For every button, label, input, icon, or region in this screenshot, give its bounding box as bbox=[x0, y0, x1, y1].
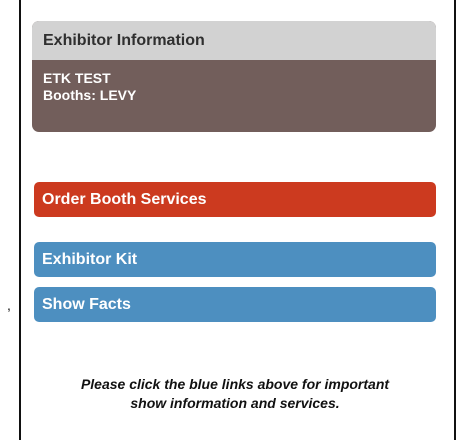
instruction-note-line-2: show information and services. bbox=[130, 395, 340, 411]
exhibitor-info-body: ETK TEST Booths: LEVY bbox=[32, 60, 436, 104]
stray-comma: , bbox=[7, 297, 11, 313]
exhibitor-booths: Booths: LEVY bbox=[43, 87, 137, 103]
order-booth-services-button[interactable]: Order Booth Services bbox=[34, 182, 436, 217]
exhibitor-info-header: Exhibitor Information bbox=[32, 21, 436, 60]
exhibitor-info-card: Exhibitor Information ETK TEST Booths: L… bbox=[32, 21, 436, 132]
exhibitor-name: ETK TEST bbox=[43, 70, 111, 86]
instruction-note-line-1: Please click the blue links above for im… bbox=[80, 376, 390, 392]
exhibitor-kit-link[interactable]: Exhibitor Kit bbox=[34, 242, 436, 277]
instruction-note: Please click the blue links above for im… bbox=[34, 375, 436, 413]
show-facts-link[interactable]: Show Facts bbox=[34, 287, 436, 322]
